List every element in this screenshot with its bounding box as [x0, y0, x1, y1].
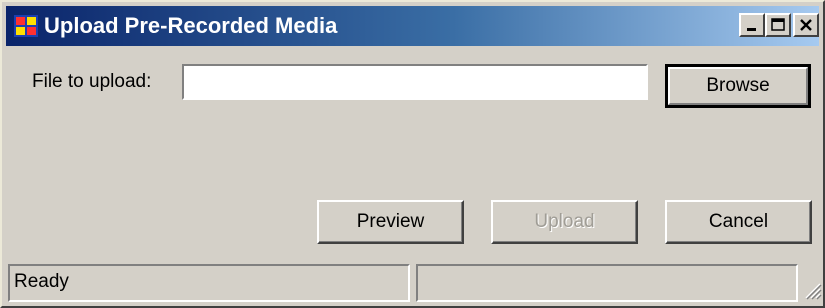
status-panel-secondary	[416, 264, 798, 302]
close-icon	[800, 19, 812, 31]
close-button[interactable]	[793, 13, 819, 37]
maximize-button[interactable]	[765, 13, 791, 37]
file-path-input[interactable]	[182, 64, 648, 100]
app-window-icon	[14, 15, 38, 37]
browse-button-label: Browse	[668, 67, 808, 105]
upload-dialog-window: Upload Pre-Recorded Media File to upload…	[0, 0, 825, 308]
browse-button[interactable]: Browse	[665, 64, 811, 108]
cancel-button[interactable]: Cancel	[665, 200, 812, 244]
maximize-icon	[771, 18, 785, 31]
status-panel-primary: Ready	[8, 264, 410, 302]
window-title: Upload Pre-Recorded Media	[44, 13, 338, 38]
title-bar[interactable]: Upload Pre-Recorded Media	[6, 6, 819, 46]
resize-grip-icon[interactable]	[802, 280, 822, 300]
file-to-upload-label: File to upload:	[32, 71, 152, 92]
minimize-button[interactable]	[739, 13, 765, 37]
minimize-icon	[747, 28, 756, 31]
preview-button[interactable]: Preview	[317, 200, 464, 244]
status-bar: Ready	[6, 264, 822, 304]
upload-button[interactable]: Upload	[491, 200, 638, 244]
